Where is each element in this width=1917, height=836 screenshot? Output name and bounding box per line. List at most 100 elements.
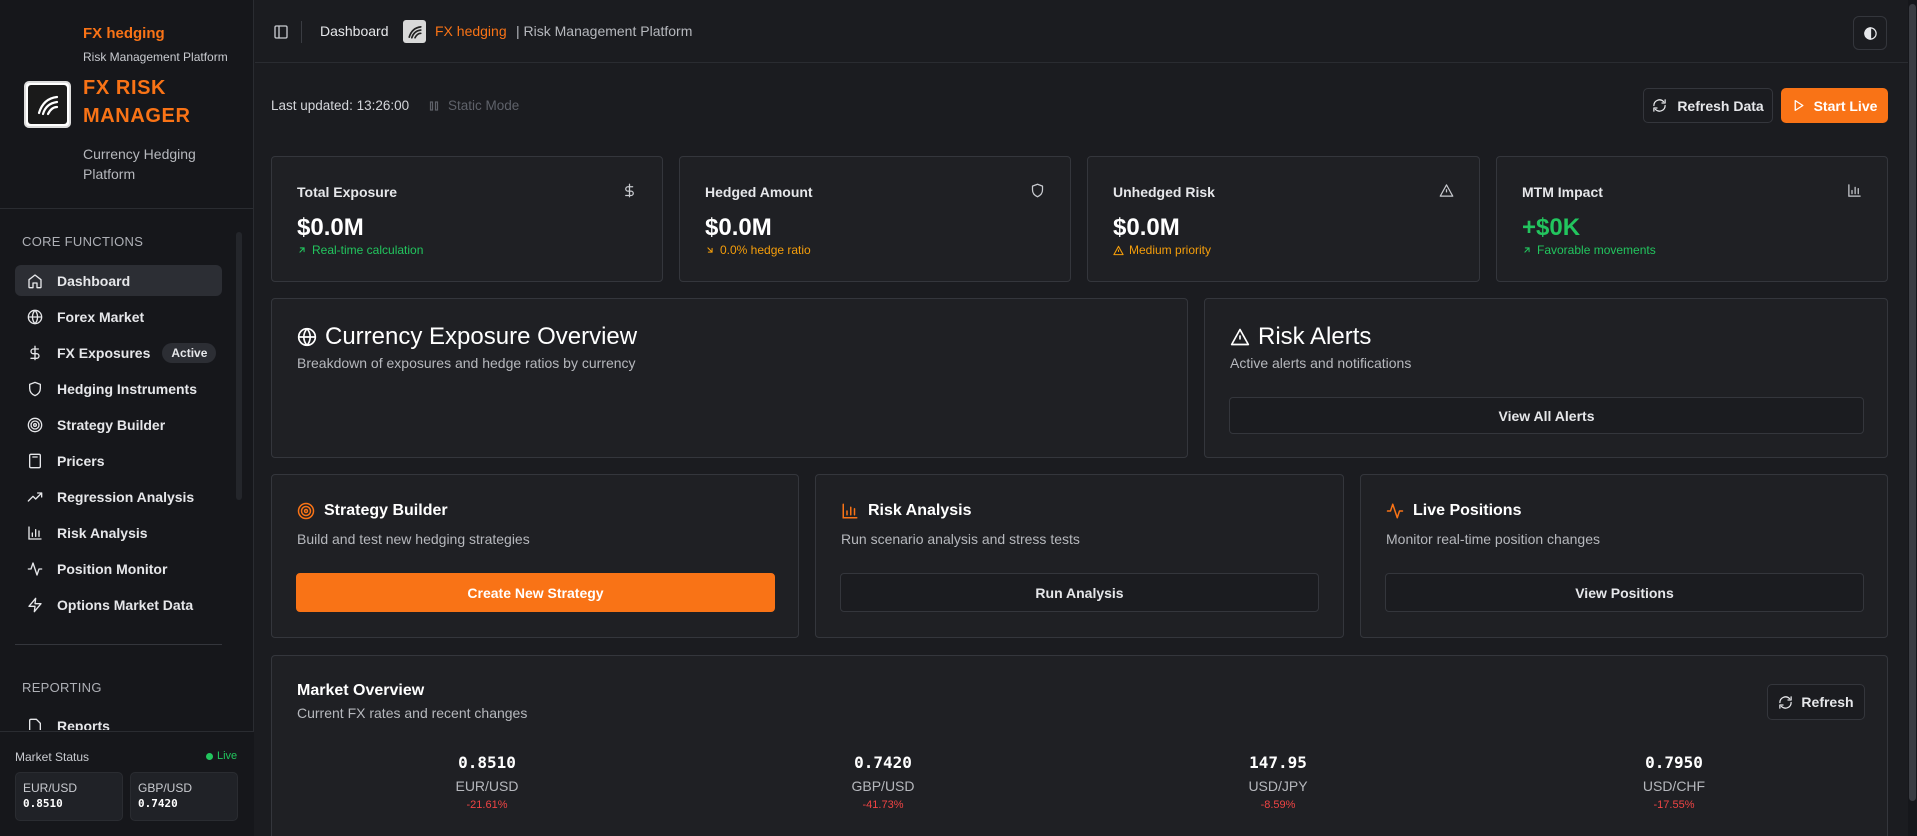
start-live-label: Start Live (1813, 97, 1878, 114)
sidebar-item-fx-exposures[interactable]: FX Exposures Active (15, 337, 222, 368)
target-icon (27, 417, 43, 432)
sidebar-divider (0, 208, 254, 209)
sidebar-separator (15, 644, 222, 645)
fx-rate-change: -21.61% (466, 799, 508, 811)
alert-triangle-icon (1113, 245, 1124, 255)
sidebar-item-reports[interactable]: Reports (15, 710, 222, 730)
sidebar-rate-eurusd: EUR/USD 0.8510 (15, 772, 123, 821)
action-desc: Run scenario analysis and stress tests (841, 531, 1080, 547)
sidebar-scrollbar[interactable] (236, 232, 242, 500)
start-live-button[interactable]: Start Live (1781, 88, 1888, 123)
fx-rate-change: -41.73% (862, 799, 904, 811)
sidebar-item-options-market-data[interactable]: Options Market Data (15, 589, 222, 620)
home-icon (28, 273, 42, 288)
fx-rate-pair: GBP/USD (851, 778, 915, 794)
kpi-hedged-amount: Hedged Amount $0.0M 0.0% hedge ratio (679, 156, 1071, 282)
sidebar-item-label: Dashboard (57, 272, 131, 289)
app-tagline: Currency Hedging Platform (83, 146, 196, 182)
bar-chart-icon (1847, 183, 1862, 198)
live-positions-card: Live Positions Monitor real-time positio… (1360, 474, 1888, 638)
alert-triangle-icon (1439, 183, 1454, 198)
create-new-strategy-button[interactable]: Create New Strategy (296, 573, 775, 612)
alerts-desc: Active alerts and notifications (1230, 355, 1412, 371)
breadcrumb-dashboard[interactable]: Dashboard (320, 23, 389, 39)
sidebar-item-hedging-instruments[interactable]: Hedging Instruments (15, 373, 222, 404)
last-updated: Last updated: 13:26:00 (271, 98, 410, 113)
kpi-value: $0.0M (1113, 214, 1180, 241)
main-scrollbar[interactable] (1908, 0, 1917, 836)
theme-toggle-button[interactable] (1853, 16, 1887, 50)
action-title-text: Risk Analysis (868, 502, 972, 519)
view-all-alerts-button[interactable]: View All Alerts (1229, 397, 1864, 434)
kpi-title: Hedged Amount (705, 184, 813, 200)
fx-rate-change: -17.55% (1653, 799, 1695, 811)
risk-analysis-card: Risk Analysis Run scenario analysis and … (815, 474, 1344, 638)
kpi-subtext: Favorable movements (1522, 243, 1656, 257)
sidebar-item-dashboard[interactable]: Dashboard (15, 265, 222, 296)
alerts-title-text: Risk Alerts (1258, 323, 1372, 350)
refresh-data-label: Refresh Data (1677, 97, 1764, 114)
sidebar-item-label: Position Monitor (57, 560, 168, 577)
kpi-title: Unhedged Risk (1113, 184, 1215, 200)
zap-icon (28, 597, 42, 612)
sidebar-item-pricers[interactable]: Pricers (15, 445, 222, 476)
kpi-subtext: Real-time calculation (297, 243, 423, 257)
kpi-mtm-impact: MTM Impact +$0K Favorable movements (1496, 156, 1888, 282)
main-scrollbar-thumb[interactable] (1909, 4, 1916, 801)
market-refresh-label: Refresh (1801, 694, 1854, 710)
sidebar-item-label: Hedging Instruments (57, 380, 198, 397)
view-positions-button[interactable]: View Positions (1385, 573, 1864, 612)
market-live-text: Live (217, 750, 238, 762)
sidebar-item-label: Options Market Data (57, 596, 194, 613)
kpi-value: $0.0M (297, 214, 364, 241)
trending-up-icon (27, 491, 43, 502)
dollar-icon (622, 183, 637, 198)
kpi-subtext: Medium priority (1113, 243, 1211, 257)
fx-rate-usdchf: 0.7950 USD/CHF -17.55% (1614, 753, 1734, 811)
sidebar-item-label: Risk Analysis (57, 524, 148, 541)
rate-pair: EUR/USD (23, 781, 78, 795)
section-core-functions: CORE FUNCTIONS (22, 234, 144, 249)
sidebar-item-forex-market[interactable]: Forex Market (15, 301, 222, 332)
theme-icon (1863, 26, 1877, 40)
risk-alerts-card: Risk Alerts Active alerts and notificati… (1204, 298, 1888, 458)
sidebar-item-position-monitor[interactable]: Position Monitor (15, 553, 222, 584)
fx-rate-pair: USD/JPY (1248, 778, 1308, 794)
static-mode-text: Static Mode (448, 98, 520, 113)
sidebar-item-label: Strategy Builder (57, 416, 166, 433)
kpi-title: MTM Impact (1522, 184, 1603, 200)
breadcrumb-logo (403, 20, 426, 43)
run-analysis-button[interactable]: Run Analysis (840, 573, 1319, 612)
market-overview-card: Market Overview Current FX rates and rec… (271, 655, 1888, 836)
fx-rate-usdjpy: 147.95 USD/JPY -8.59% (1218, 753, 1338, 811)
sidebar-toggle-button[interactable] (273, 24, 289, 40)
market-overview-desc: Current FX rates and recent changes (297, 705, 528, 721)
refresh-icon (1779, 695, 1793, 709)
kpi-subtext-label: Real-time calculation (312, 243, 424, 257)
dollar-icon (30, 345, 40, 360)
globe-icon (297, 327, 317, 347)
kpi-title: Total Exposure (297, 184, 398, 200)
action-title: Risk Analysis (841, 502, 971, 520)
fx-rate-value: 0.7420 (854, 753, 912, 772)
app-logo (24, 81, 71, 128)
strategy-builder-card: Strategy Builder Build and test new hedg… (271, 474, 799, 638)
fx-rate-value: 0.8510 (458, 753, 516, 772)
rate-pair: GBP/USD (138, 781, 193, 795)
arrow-down-right-icon (707, 247, 713, 253)
sidebar: FX hedging Risk Management Platform FX R… (0, 0, 254, 836)
brand-name: FX hedging (83, 25, 165, 42)
market-refresh-button[interactable]: Refresh (1767, 684, 1865, 720)
sidebar-item-regression-analysis[interactable]: Regression Analysis (15, 481, 222, 512)
fx-rate-pair: USD/CHF (1642, 778, 1706, 794)
sidebar-item-label: FX Exposures (57, 344, 151, 361)
sidebar-item-risk-analysis[interactable]: Risk Analysis (15, 517, 222, 548)
file-icon (29, 718, 41, 730)
action-title-text: Live Positions (1413, 502, 1522, 519)
breadcrumb-platform: | Risk Management Platform (516, 23, 693, 39)
sidebar-item-strategy-builder[interactable]: Strategy Builder (15, 409, 222, 440)
refresh-data-button[interactable]: Refresh Data (1643, 88, 1773, 123)
bar-chart-icon (842, 503, 858, 519)
brand-subtitle: Risk Management Platform (83, 50, 228, 64)
arrow-up-right-icon (1524, 247, 1530, 253)
